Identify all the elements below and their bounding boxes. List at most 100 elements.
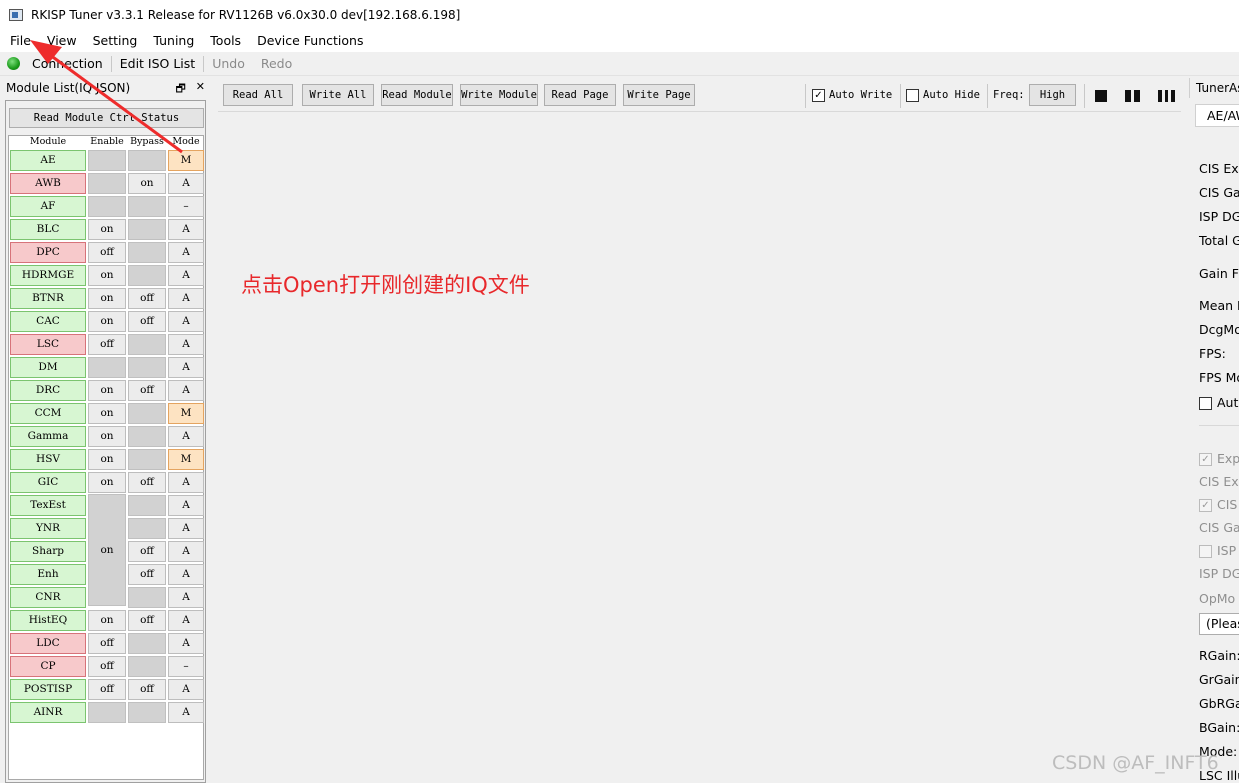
read-module-button[interactable]: Read Module bbox=[381, 84, 453, 106]
module-bypass-cell[interactable] bbox=[128, 242, 166, 263]
module-mode-cell[interactable]: A bbox=[168, 702, 204, 723]
module-mode-cell[interactable]: A bbox=[168, 610, 204, 631]
module-enable-cell[interactable] bbox=[88, 173, 126, 194]
module-mode-cell[interactable]: A bbox=[168, 587, 204, 608]
module-mode-cell[interactable]: A bbox=[168, 242, 204, 263]
module-name-cell[interactable]: HDRMGE bbox=[10, 265, 86, 286]
module-mode-cell[interactable]: A bbox=[168, 679, 204, 700]
module-mode-cell[interactable]: A bbox=[168, 311, 204, 332]
read-page-button[interactable]: Read Page bbox=[544, 84, 616, 106]
module-enable-cell[interactable]: on bbox=[88, 610, 126, 631]
module-name-cell[interactable]: DM bbox=[10, 357, 86, 378]
module-mode-cell[interactable]: A bbox=[168, 633, 204, 654]
module-bypass-cell[interactable] bbox=[128, 403, 166, 424]
exp-checkbox[interactable]: ✓ bbox=[1199, 453, 1212, 466]
menu-setting[interactable]: Setting bbox=[85, 30, 146, 52]
module-name-cell[interactable]: DRC bbox=[10, 380, 86, 401]
merged-enable-cell[interactable]: on bbox=[88, 494, 126, 606]
module-bypass-cell[interactable] bbox=[128, 449, 166, 470]
module-mode-cell[interactable]: M bbox=[168, 403, 204, 424]
module-name-cell[interactable]: HistEQ bbox=[10, 610, 86, 631]
module-name-cell[interactable]: POSTISP bbox=[10, 679, 86, 700]
edit-iso-list-button[interactable]: Edit ISO List bbox=[112, 54, 203, 74]
module-name-cell[interactable]: YNR bbox=[10, 518, 86, 539]
module-mode-cell[interactable]: – bbox=[168, 196, 204, 217]
write-module-button[interactable]: Write Module bbox=[460, 84, 538, 106]
module-bypass-cell[interactable] bbox=[128, 357, 166, 378]
module-name-cell[interactable]: CCM bbox=[10, 403, 86, 424]
module-mode-cell[interactable]: A bbox=[168, 518, 204, 539]
module-bypass-cell[interactable]: off bbox=[128, 311, 166, 332]
module-bypass-cell[interactable] bbox=[128, 265, 166, 286]
menu-file[interactable]: File bbox=[0, 30, 39, 52]
module-enable-cell[interactable]: on bbox=[88, 426, 126, 447]
module-name-cell[interactable]: Gamma bbox=[10, 426, 86, 447]
layout-double-icon[interactable] bbox=[1125, 90, 1140, 102]
module-bypass-cell[interactable]: off bbox=[128, 679, 166, 700]
module-enable-cell[interactable] bbox=[88, 357, 126, 378]
menu-view[interactable]: View bbox=[39, 30, 85, 52]
module-bypass-cell[interactable]: off bbox=[128, 541, 166, 562]
connection-button[interactable]: Connection bbox=[24, 54, 111, 74]
read-all-button[interactable]: Read All bbox=[223, 84, 293, 106]
module-bypass-cell[interactable] bbox=[128, 633, 166, 654]
module-mode-cell[interactable]: A bbox=[168, 173, 204, 194]
module-enable-cell[interactable] bbox=[88, 702, 126, 723]
module-name-cell[interactable]: DPC bbox=[10, 242, 86, 263]
module-mode-cell[interactable]: A bbox=[168, 219, 204, 240]
module-enable-cell[interactable]: on bbox=[88, 449, 126, 470]
module-name-cell[interactable]: HSV bbox=[10, 449, 86, 470]
module-enable-cell[interactable]: off bbox=[88, 334, 126, 355]
module-bypass-cell[interactable] bbox=[128, 518, 166, 539]
module-name-cell[interactable]: Sharp bbox=[10, 541, 86, 562]
module-bypass-cell[interactable] bbox=[128, 656, 166, 677]
module-mode-cell[interactable]: A bbox=[168, 564, 204, 585]
module-mode-cell[interactable]: A bbox=[168, 472, 204, 493]
module-mode-cell[interactable]: A bbox=[168, 265, 204, 286]
module-name-cell[interactable]: AF bbox=[10, 196, 86, 217]
module-name-cell[interactable]: TexEst bbox=[10, 495, 86, 516]
auto-checkbox[interactable] bbox=[1199, 397, 1212, 410]
menu-tuning[interactable]: Tuning bbox=[145, 30, 202, 52]
module-bypass-cell[interactable] bbox=[128, 702, 166, 723]
module-enable-cell[interactable] bbox=[88, 196, 126, 217]
module-enable-cell[interactable]: off bbox=[88, 633, 126, 654]
module-bypass-cell[interactable]: on bbox=[128, 173, 166, 194]
layout-triple-icon[interactable] bbox=[1158, 90, 1175, 102]
module-enable-cell[interactable]: off bbox=[88, 242, 126, 263]
layout-single-icon[interactable] bbox=[1095, 90, 1107, 102]
auto-hide-checkbox[interactable] bbox=[906, 89, 919, 102]
module-mode-cell[interactable]: M bbox=[168, 449, 204, 470]
module-enable-cell[interactable]: on bbox=[88, 265, 126, 286]
module-mode-cell[interactable]: A bbox=[168, 495, 204, 516]
menu-tools[interactable]: Tools bbox=[202, 30, 249, 52]
module-enable-cell[interactable]: on bbox=[88, 311, 126, 332]
float-icon[interactable]: 🗗 bbox=[175, 80, 185, 99]
module-bypass-cell[interactable]: off bbox=[128, 288, 166, 309]
op-mode-select[interactable]: (Pleas bbox=[1199, 613, 1239, 635]
module-enable-cell[interactable]: on bbox=[88, 288, 126, 309]
module-bypass-cell[interactable] bbox=[128, 587, 166, 608]
module-name-cell[interactable]: GIC bbox=[10, 472, 86, 493]
module-bypass-cell[interactable]: off bbox=[128, 472, 166, 493]
module-enable-cell[interactable]: off bbox=[88, 679, 126, 700]
module-enable-cell[interactable] bbox=[88, 150, 126, 171]
module-name-cell[interactable]: CP bbox=[10, 656, 86, 677]
module-bypass-cell[interactable]: off bbox=[128, 610, 166, 631]
module-bypass-cell[interactable]: off bbox=[128, 564, 166, 585]
module-bypass-cell[interactable] bbox=[128, 495, 166, 516]
module-mode-cell[interactable]: A bbox=[168, 426, 204, 447]
write-all-button[interactable]: Write All bbox=[302, 84, 374, 106]
undo-button[interactable]: Undo bbox=[204, 54, 253, 74]
module-bypass-cell[interactable] bbox=[128, 196, 166, 217]
module-name-cell[interactable]: AE bbox=[10, 150, 86, 171]
module-mode-cell[interactable]: A bbox=[168, 541, 204, 562]
write-page-button[interactable]: Write Page bbox=[623, 84, 695, 106]
module-name-cell[interactable]: Enh bbox=[10, 564, 86, 585]
module-name-cell[interactable]: CNR bbox=[10, 587, 86, 608]
module-bypass-cell[interactable] bbox=[128, 219, 166, 240]
redo-button[interactable]: Redo bbox=[253, 54, 300, 74]
module-mode-cell[interactable]: M bbox=[168, 150, 204, 171]
freq-select[interactable]: High bbox=[1029, 84, 1076, 106]
isp-checkbox[interactable] bbox=[1199, 545, 1212, 558]
